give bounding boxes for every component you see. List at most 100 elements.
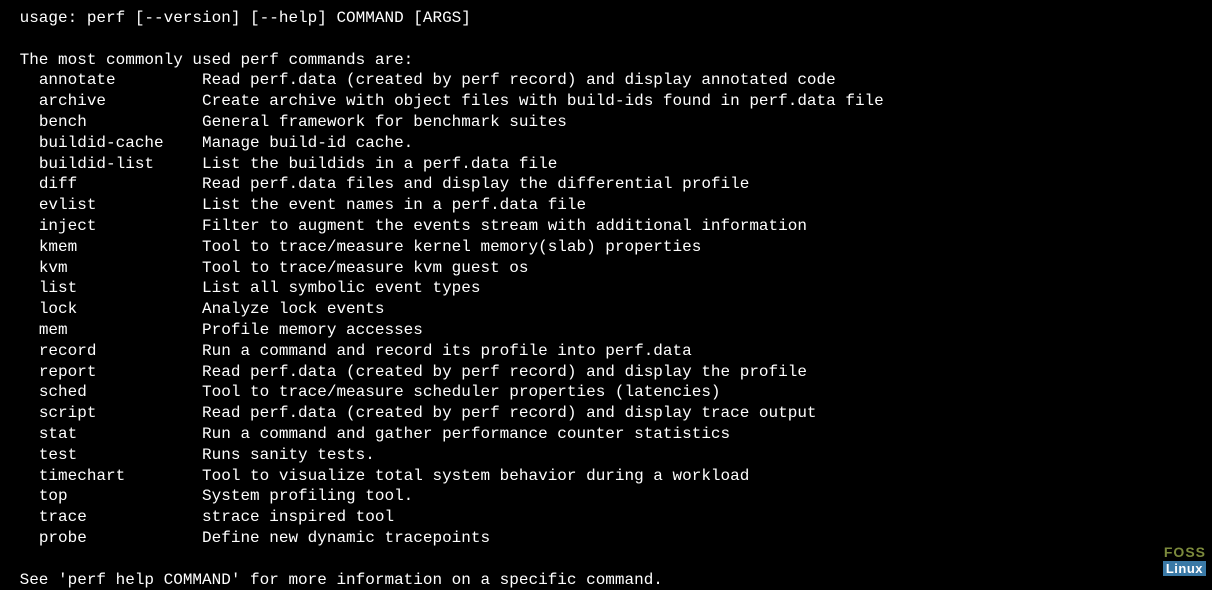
command-row: statRun a command and gather performance… <box>10 424 1202 445</box>
command-description: Read perf.data (created by perf record) … <box>202 362 807 383</box>
command-name: script <box>39 403 202 424</box>
command-row: timechartTool to visualize total system … <box>10 466 1202 487</box>
blank-line <box>10 29 1202 50</box>
blank-line <box>10 549 1202 570</box>
command-name: lock <box>39 299 202 320</box>
command-row: tracestrace inspired tool <box>10 507 1202 528</box>
command-name: bench <box>39 112 202 133</box>
command-indent <box>10 320 39 341</box>
command-row: evlistList the event names in a perf.dat… <box>10 195 1202 216</box>
command-description: General framework for benchmark suites <box>202 112 567 133</box>
command-description: Tool to trace/measure kvm guest os <box>202 258 528 279</box>
command-description: Tool to trace/measure kernel memory(slab… <box>202 237 701 258</box>
command-indent <box>10 528 39 549</box>
command-row: listList all symbolic event types <box>10 278 1202 299</box>
command-indent <box>10 466 39 487</box>
command-description: System profiling tool. <box>202 486 413 507</box>
command-indent <box>10 299 39 320</box>
command-description: strace inspired tool <box>202 507 394 528</box>
command-indent <box>10 486 39 507</box>
command-indent <box>10 382 39 403</box>
command-indent <box>10 362 39 383</box>
command-row: reportRead perf.data (created by perf re… <box>10 362 1202 383</box>
command-indent <box>10 154 39 175</box>
command-name: record <box>39 341 202 362</box>
footer-help-line: See 'perf help COMMAND' for more informa… <box>10 570 1202 590</box>
command-row: buildid-listList the buildids in a perf.… <box>10 154 1202 175</box>
foss-linux-logo: FOSS Linux <box>1163 545 1206 577</box>
command-description: Filter to augment the events stream with… <box>202 216 807 237</box>
command-description: Create archive with object files with bu… <box>202 91 884 112</box>
command-description: List the event names in a perf.data file <box>202 195 586 216</box>
command-name: evlist <box>39 195 202 216</box>
command-description: Profile memory accesses <box>202 320 423 341</box>
command-row: probeDefine new dynamic tracepoints <box>10 528 1202 549</box>
command-description: Analyze lock events <box>202 299 384 320</box>
command-indent <box>10 341 39 362</box>
command-name: stat <box>39 424 202 445</box>
command-indent <box>10 133 39 154</box>
command-name: report <box>39 362 202 383</box>
logo-linux: Linux <box>1163 561 1206 576</box>
command-description: Runs sanity tests. <box>202 445 375 466</box>
command-name: annotate <box>39 70 202 91</box>
command-name: diff <box>39 174 202 195</box>
command-name: trace <box>39 507 202 528</box>
command-indent <box>10 258 39 279</box>
command-indent <box>10 403 39 424</box>
command-name: list <box>39 278 202 299</box>
usage-line: usage: perf [--version] [--help] COMMAND… <box>10 8 1202 29</box>
command-row: archiveCreate archive with object files … <box>10 91 1202 112</box>
command-description: Tool to trace/measure scheduler properti… <box>202 382 720 403</box>
command-indent <box>10 216 39 237</box>
command-description: List all symbolic event types <box>202 278 480 299</box>
command-row: testRuns sanity tests. <box>10 445 1202 466</box>
command-row: scriptRead perf.data (created by perf re… <box>10 403 1202 424</box>
command-description: Run a command and record its profile int… <box>202 341 692 362</box>
command-description: List the buildids in a perf.data file <box>202 154 557 175</box>
command-name: buildid-cache <box>39 133 202 154</box>
command-row: diffRead perf.data files and display the… <box>10 174 1202 195</box>
command-indent <box>10 91 39 112</box>
command-indent <box>10 195 39 216</box>
commands-list: annotateRead perf.data (created by perf … <box>10 70 1202 548</box>
logo-foss: FOSS <box>1163 545 1206 559</box>
command-name: buildid-list <box>39 154 202 175</box>
command-description: Define new dynamic tracepoints <box>202 528 490 549</box>
command-name: mem <box>39 320 202 341</box>
command-description: Manage build-id cache. <box>202 133 413 154</box>
command-indent <box>10 278 39 299</box>
command-indent <box>10 112 39 133</box>
command-row: benchGeneral framework for benchmark sui… <box>10 112 1202 133</box>
command-name: kmem <box>39 237 202 258</box>
command-name: top <box>39 486 202 507</box>
command-name: timechart <box>39 466 202 487</box>
command-indent <box>10 445 39 466</box>
command-row: schedTool to trace/measure scheduler pro… <box>10 382 1202 403</box>
command-indent <box>10 507 39 528</box>
command-indent <box>10 70 39 91</box>
command-name: archive <box>39 91 202 112</box>
command-description: Read perf.data (created by perf record) … <box>202 70 836 91</box>
command-indent <box>10 237 39 258</box>
command-row: kmemTool to trace/measure kernel memory(… <box>10 237 1202 258</box>
command-name: kvm <box>39 258 202 279</box>
command-name: test <box>39 445 202 466</box>
command-description: Run a command and gather performance cou… <box>202 424 730 445</box>
command-row: memProfile memory accesses <box>10 320 1202 341</box>
command-name: sched <box>39 382 202 403</box>
command-description: Read perf.data files and display the dif… <box>202 174 749 195</box>
command-row: annotateRead perf.data (created by perf … <box>10 70 1202 91</box>
command-row: injectFilter to augment the events strea… <box>10 216 1202 237</box>
command-description: Read perf.data (created by perf record) … <box>202 403 817 424</box>
command-row: buildid-cacheManage build-id cache. <box>10 133 1202 154</box>
command-indent <box>10 424 39 445</box>
command-row: lockAnalyze lock events <box>10 299 1202 320</box>
command-description: Tool to visualize total system behavior … <box>202 466 749 487</box>
command-name: inject <box>39 216 202 237</box>
command-row: kvmTool to trace/measure kvm guest os <box>10 258 1202 279</box>
command-row: topSystem profiling tool. <box>10 486 1202 507</box>
commands-heading: The most commonly used perf commands are… <box>10 50 1202 71</box>
command-name: probe <box>39 528 202 549</box>
command-indent <box>10 174 39 195</box>
